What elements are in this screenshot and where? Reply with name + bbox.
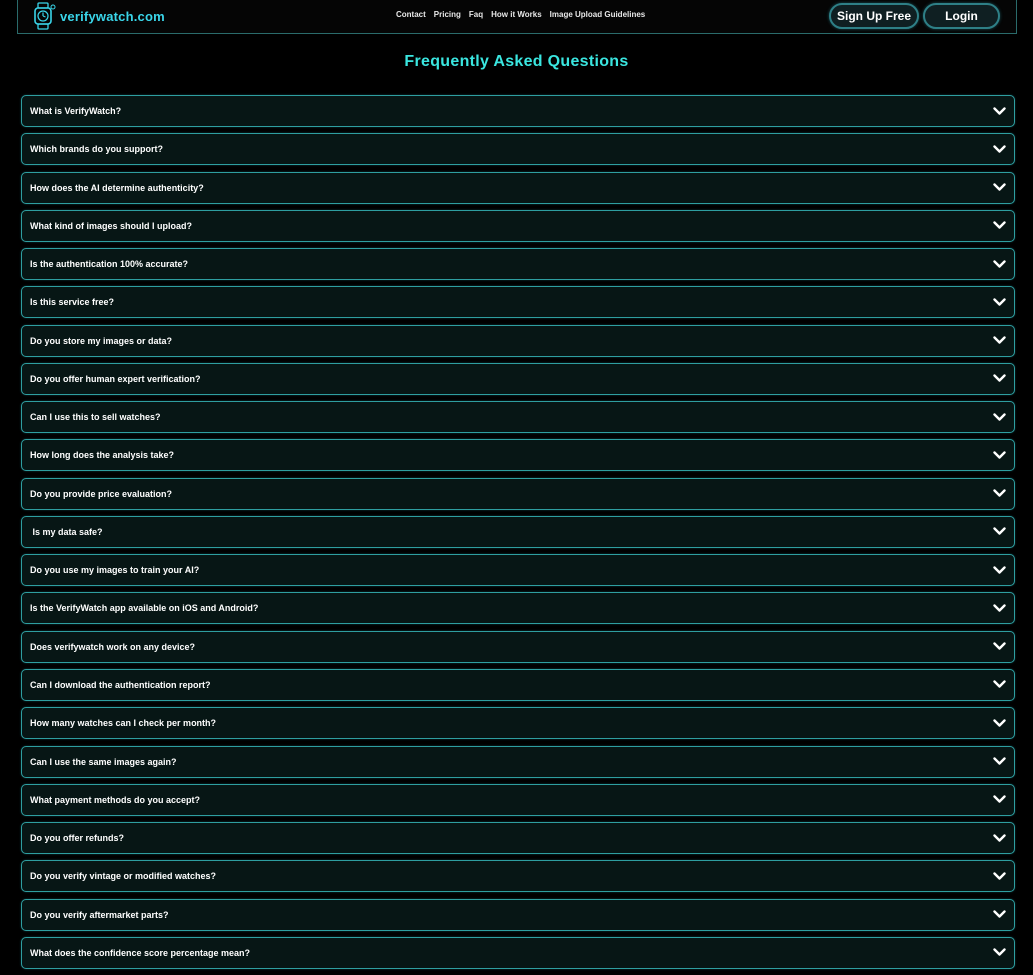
faq-item[interactable]: What is VerifyWatch?: [21, 95, 1015, 127]
brand-name: verifywatch.com: [60, 8, 165, 24]
chevron-down-icon[interactable]: [992, 755, 1006, 769]
faq-item[interactable]: Is my data safe?: [21, 515, 1015, 548]
faq-question: Do you store my images or data?: [30, 335, 173, 346]
chevron-down-icon[interactable]: [992, 908, 1006, 922]
faq-item[interactable]: Which brands do you support?: [21, 133, 1015, 166]
nav-faq[interactable]: Faq: [469, 10, 483, 19]
faq-item[interactable]: Do you verify aftermarket parts?: [21, 898, 1015, 931]
chevron-down-icon[interactable]: [992, 601, 1006, 615]
chevron-down-icon[interactable]: [992, 563, 1006, 577]
chevron-down-icon[interactable]: [992, 793, 1006, 807]
faq-item[interactable]: What payment methods do you accept?: [21, 783, 1015, 816]
chevron-down-icon[interactable]: [992, 487, 1006, 501]
faq-question: What is VerifyWatch?: [30, 106, 122, 116]
login-button[interactable]: Login: [923, 3, 1000, 29]
faq-item[interactable]: What kind of images should I upload?: [21, 209, 1015, 242]
faq-question: Is the VerifyWatch app available on iOS …: [30, 603, 259, 614]
main-nav: Contact Pricing Faq How it Works Image U…: [396, 10, 645, 19]
faq-item[interactable]: Does verifywatch work on any device?: [21, 630, 1015, 663]
faq-item[interactable]: How long does the analysis take?: [21, 439, 1015, 472]
chevron-down-icon[interactable]: [992, 831, 1006, 845]
faq-item[interactable]: Is this service free?: [21, 286, 1015, 319]
logo[interactable]: verifywatch.com: [32, 2, 165, 30]
page-title: Frequently Asked Questions: [404, 53, 629, 70]
nav-image-upload-guidelines[interactable]: Image Upload Guidelines: [550, 10, 646, 19]
chevron-down-icon[interactable]: [992, 716, 1006, 730]
nav-how-it-works[interactable]: How it Works: [491, 10, 542, 19]
faq-question: What does the confidence score percentag…: [30, 947, 251, 958]
nav-contact[interactable]: Contact: [396, 10, 426, 19]
faq-question: How many watches can I check per month?: [30, 718, 217, 729]
faq-item[interactable]: Do you use my images to train your AI?: [21, 554, 1015, 587]
faq-item[interactable]: Do you store my images or data?: [21, 324, 1015, 357]
chevron-down-icon[interactable]: [992, 410, 1006, 424]
chevron-down-icon[interactable]: [992, 104, 1006, 118]
faq-question: Is my data safe?: [30, 526, 103, 537]
faq-question: How does the AI determine authenticity?: [30, 182, 204, 193]
chevron-down-icon[interactable]: [992, 257, 1006, 271]
faq-question: Do you verify vintage or modified watche…: [30, 871, 217, 882]
faq-question: Do you offer refunds?: [30, 833, 124, 844]
site-header: verifywatch.com Contact Pricing Faq How …: [17, 0, 1017, 34]
faq-item[interactable]: What does the confidence score percentag…: [21, 936, 1015, 969]
faq-question: What kind of images should I upload?: [30, 220, 192, 231]
faq-item[interactable]: Do you offer refunds?: [21, 822, 1015, 855]
chevron-down-icon[interactable]: [992, 181, 1006, 195]
faq-question: How long does the analysis take?: [30, 450, 175, 461]
faq-item[interactable]: Can I use the same images again?: [21, 745, 1015, 778]
nav-pricing[interactable]: Pricing: [434, 10, 461, 19]
faq-question: Which brands do you support?: [30, 144, 163, 155]
faq-item[interactable]: Do you offer human expert verification?: [21, 362, 1015, 395]
faq-question: Do you verify aftermarket parts?: [30, 909, 169, 920]
chevron-down-icon[interactable]: [992, 219, 1006, 233]
chevron-down-icon[interactable]: [992, 448, 1006, 462]
faq-item[interactable]: How does the AI determine authenticity?: [21, 171, 1015, 204]
chevron-down-icon[interactable]: [992, 678, 1006, 692]
faq-question: Can I download the authentication report…: [30, 679, 211, 690]
faq-item[interactable]: Do you provide price evaluation?: [21, 477, 1015, 510]
chevron-down-icon[interactable]: [992, 525, 1006, 539]
faq-question: Do you use my images to train your AI?: [30, 565, 200, 576]
faq-item[interactable]: Can I use this to sell watches?: [21, 401, 1015, 434]
faq-question: What payment methods do you accept?: [30, 794, 201, 805]
chevron-down-icon[interactable]: [992, 334, 1006, 348]
chevron-down-icon[interactable]: [992, 869, 1006, 883]
faq-item[interactable]: How many watches can I check per month?: [21, 707, 1015, 740]
chevron-down-icon[interactable]: [992, 640, 1006, 654]
faq-item[interactable]: Is the VerifyWatch app available on iOS …: [21, 592, 1015, 625]
chevron-down-icon[interactable]: [992, 946, 1006, 960]
faq-question: Can I use this to sell watches?: [30, 412, 161, 423]
faq-question: Is this service free?: [30, 297, 115, 308]
signup-button[interactable]: Sign Up Free: [829, 3, 919, 29]
faq-item[interactable]: Can I download the authentication report…: [21, 668, 1015, 701]
watch-logo-icon: [34, 2, 56, 30]
faq-question: Do you offer human expert verification?: [30, 373, 201, 384]
faq-question: Does verifywatch work on any device?: [30, 641, 196, 652]
chevron-down-icon[interactable]: [992, 372, 1006, 386]
faq-list: What is VerifyWatch? Which brands do you …: [21, 95, 1015, 975]
faq-question: Do you provide price evaluation?: [30, 488, 173, 499]
chevron-down-icon[interactable]: [992, 295, 1006, 309]
faq-item[interactable]: Do you verify vintage or modified watche…: [21, 860, 1015, 893]
chevron-down-icon[interactable]: [992, 142, 1006, 156]
faq-item[interactable]: Is the authentication 100% accurate?: [21, 248, 1015, 281]
faq-question: Is the authentication 100% accurate?: [30, 259, 189, 270]
faq-question: Can I use the same images again?: [30, 756, 177, 767]
